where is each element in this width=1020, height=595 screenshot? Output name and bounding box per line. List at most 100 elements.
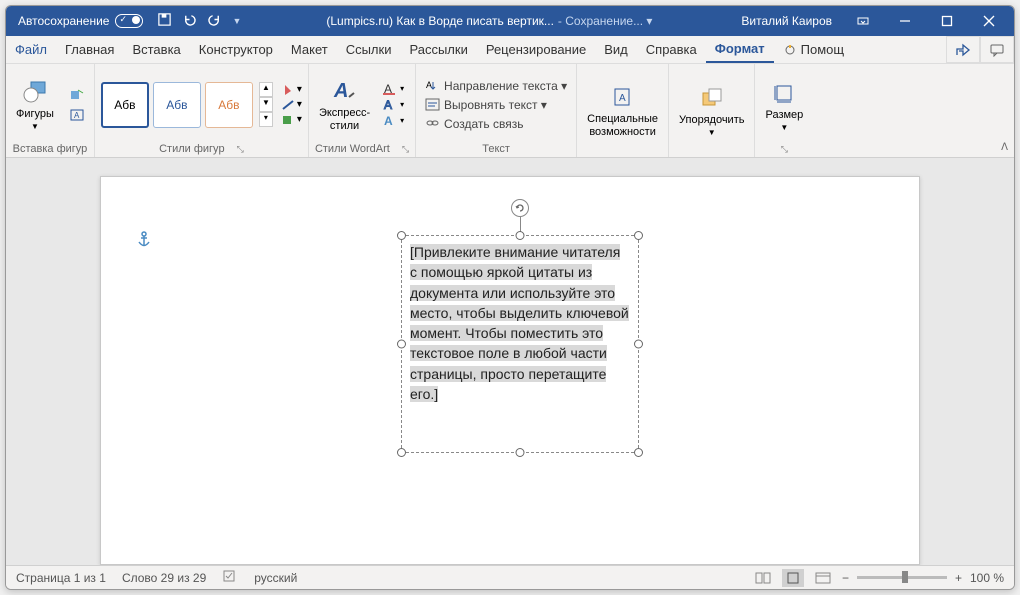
word-count[interactable]: Слово 29 из 29 bbox=[122, 571, 206, 585]
share-button[interactable] bbox=[946, 36, 980, 63]
style-preset-3[interactable]: Абв bbox=[205, 82, 253, 128]
shapes-button[interactable]: Фигуры ▼ bbox=[12, 76, 58, 133]
rotate-handle[interactable] bbox=[511, 199, 529, 217]
text-outline-button[interactable]: A▾ bbox=[382, 98, 404, 111]
zoom-level[interactable]: 100 % bbox=[970, 571, 1004, 585]
svg-text:A: A bbox=[426, 80, 432, 90]
size-button[interactable]: Размер ▼ bbox=[761, 77, 807, 134]
textbox[interactable]: [Привлеките внимание читателя с помощью … bbox=[401, 235, 639, 453]
group-shape-styles: Абв Абв Абв ▲▼▾ ▾ ▾ ▾ Стили фигур ⤡ bbox=[95, 64, 309, 157]
chevron-down-icon: ▼ bbox=[31, 122, 39, 131]
tab-layout[interactable]: Макет bbox=[282, 36, 337, 63]
resize-handle[interactable] bbox=[634, 340, 643, 349]
create-link-button[interactable]: Создать связь bbox=[422, 116, 526, 132]
tab-mailings[interactable]: Рассылки bbox=[400, 36, 476, 63]
resize-handle[interactable] bbox=[397, 231, 406, 240]
read-mode-icon[interactable] bbox=[752, 569, 774, 587]
text-fill-button[interactable]: A▾ bbox=[382, 82, 404, 95]
resize-handle[interactable] bbox=[397, 340, 406, 349]
zoom-in-button[interactable]: + bbox=[955, 571, 962, 585]
accessibility-button[interactable]: A Специальные возможности bbox=[583, 81, 662, 139]
draw-textbox-icon[interactable]: A bbox=[66, 106, 88, 124]
tab-review[interactable]: Рецензирование bbox=[477, 36, 595, 63]
group-wordart: A Экспресс- стили A▾ A▾ A▾ Стили WordArt… bbox=[309, 64, 416, 157]
wordart-styles-button[interactable]: A Экспресс- стили bbox=[315, 75, 374, 133]
textbox-container[interactable]: [Привлеките внимание читателя с помощью … bbox=[401, 235, 639, 453]
svg-text:A: A bbox=[74, 111, 80, 120]
anchor-icon[interactable] bbox=[137, 231, 151, 254]
svg-text:A: A bbox=[384, 98, 392, 111]
tab-insert[interactable]: Вставка bbox=[123, 36, 189, 63]
save-icon[interactable] bbox=[157, 12, 172, 30]
dialog-launcher-icon[interactable]: ⤡ bbox=[237, 144, 244, 155]
group-insert-shapes: Фигуры ▼ A Вставка фигур bbox=[6, 64, 95, 157]
tab-view[interactable]: Вид bbox=[595, 36, 637, 63]
ribbon-options-icon[interactable] bbox=[842, 6, 884, 36]
print-layout-icon[interactable] bbox=[782, 569, 804, 587]
close-button[interactable] bbox=[968, 6, 1010, 36]
group-accessibility: A Специальные возможности bbox=[577, 64, 669, 157]
tab-help[interactable]: Справка bbox=[637, 36, 706, 63]
group-label-text: Текст bbox=[422, 142, 570, 155]
autosave-section: Автосохранение ✓ bbox=[10, 14, 151, 28]
svg-text:A: A bbox=[619, 93, 626, 104]
resize-handle[interactable] bbox=[397, 448, 406, 457]
document-area[interactable]: [Привлеките внимание читателя с помощью … bbox=[6, 158, 1014, 565]
autosave-toggle[interactable]: ✓ bbox=[115, 14, 143, 28]
quick-access-toolbar: ▼ bbox=[151, 12, 247, 30]
tab-tellme[interactable]: Помощ bbox=[774, 36, 853, 63]
svg-text:A: A bbox=[333, 80, 348, 102]
tab-references[interactable]: Ссылки bbox=[337, 36, 401, 63]
web-layout-icon[interactable] bbox=[812, 569, 834, 587]
style-preset-1[interactable]: Абв bbox=[101, 82, 149, 128]
undo-icon[interactable] bbox=[182, 12, 197, 30]
page-indicator[interactable]: Страница 1 из 1 bbox=[16, 571, 106, 585]
page[interactable]: [Привлеките внимание читателя с помощью … bbox=[100, 176, 920, 565]
shape-fill-button[interactable]: ▾ bbox=[281, 84, 302, 96]
qat-dropdown-icon[interactable]: ▼ bbox=[232, 16, 241, 26]
edit-shape-icon[interactable] bbox=[66, 85, 88, 103]
minimize-button[interactable] bbox=[884, 6, 926, 36]
style-gallery-nav[interactable]: ▲▼▾ bbox=[259, 82, 273, 127]
group-label-shape-styles: Стили фигур bbox=[159, 143, 224, 155]
tab-file[interactable]: Файл bbox=[6, 36, 56, 63]
style-preset-2[interactable]: Абв bbox=[153, 82, 201, 128]
text-direction-button[interactable]: AНаправление текста ▾ bbox=[422, 78, 570, 94]
shape-outline-button[interactable]: ▾ bbox=[281, 99, 302, 111]
window-controls bbox=[842, 6, 1010, 36]
tab-home[interactable]: Главная bbox=[56, 36, 123, 63]
saving-status: - Сохранение... ▾ bbox=[558, 14, 653, 28]
resize-handle[interactable] bbox=[634, 231, 643, 240]
collapse-ribbon-icon[interactable]: ᐱ bbox=[1001, 142, 1008, 153]
document-title: (Lumpics.ru) Как в Ворде писать вертик..… bbox=[326, 14, 554, 28]
align-text-button[interactable]: Выровнять текст ▾ bbox=[422, 97, 550, 113]
arrange-button[interactable]: Упорядочить ▼ bbox=[675, 82, 748, 139]
group-arrange: Упорядочить ▼ bbox=[669, 64, 755, 157]
dialog-launcher-icon[interactable]: ⤡ bbox=[402, 144, 409, 155]
chevron-down-icon: ▼ bbox=[780, 123, 788, 132]
resize-handle[interactable] bbox=[634, 448, 643, 457]
language-indicator[interactable]: русский bbox=[254, 571, 297, 585]
resize-handle[interactable] bbox=[516, 231, 525, 240]
resize-handle[interactable] bbox=[516, 448, 525, 457]
dialog-launcher-icon[interactable]: ⤡ bbox=[781, 144, 788, 155]
chevron-down-icon: ▼ bbox=[708, 128, 716, 137]
zoom-out-button[interactable]: − bbox=[842, 571, 849, 585]
word-window: Автосохранение ✓ ▼ (Lumpics.ru) Как в Во… bbox=[5, 5, 1015, 590]
title-center: (Lumpics.ru) Как в Ворде писать вертик..… bbox=[247, 14, 731, 28]
ribbon: Фигуры ▼ A Вставка фигур Абв Абв Абв ▲▼▾… bbox=[6, 64, 1014, 158]
statusbar: Страница 1 из 1 Слово 29 из 29 русский −… bbox=[6, 565, 1014, 589]
tab-format[interactable]: Формат bbox=[706, 36, 774, 63]
maximize-button[interactable] bbox=[926, 6, 968, 36]
text-effects-button[interactable]: A▾ bbox=[382, 114, 404, 127]
proofing-icon[interactable] bbox=[222, 569, 238, 586]
shape-effects-button[interactable]: ▾ bbox=[281, 114, 302, 126]
tab-design[interactable]: Конструктор bbox=[190, 36, 282, 63]
zoom-slider[interactable] bbox=[857, 576, 947, 579]
user-name[interactable]: Виталий Каиров bbox=[731, 14, 842, 28]
comments-button[interactable] bbox=[980, 36, 1014, 63]
redo-icon[interactable] bbox=[207, 12, 222, 30]
group-size: Размер ▼ ⤡ bbox=[755, 64, 813, 157]
autosave-label: Автосохранение bbox=[18, 14, 109, 28]
textbox-content[interactable]: [Привлеките внимание читателя с помощью … bbox=[410, 242, 630, 404]
